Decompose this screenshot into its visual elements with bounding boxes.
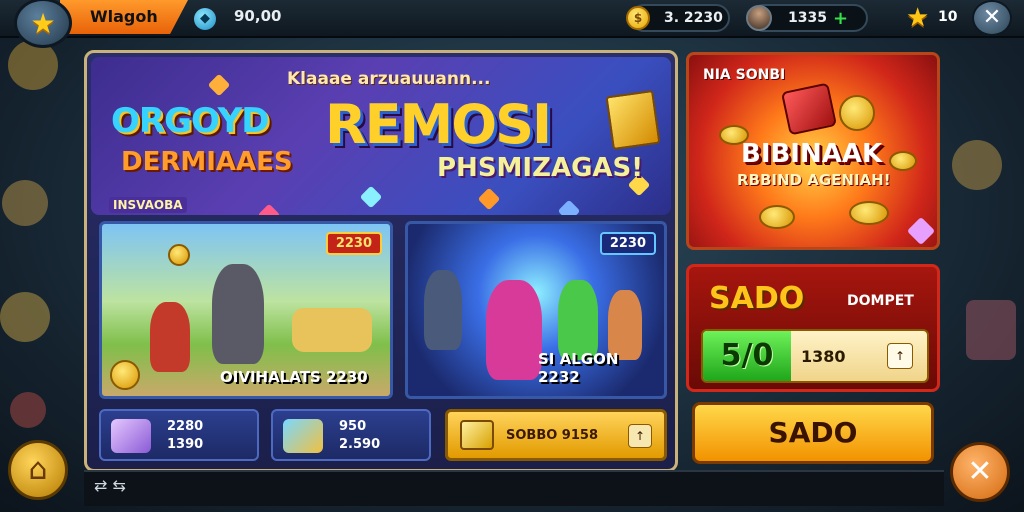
logo-left-subtext: DERMIAAES bbox=[121, 147, 293, 177]
promo-subtitle: RBBIND AGENIAH! bbox=[737, 171, 891, 189]
main-panel: Klaaae arzuauuann... ORGOYD DERMIAAES RE… bbox=[84, 50, 678, 472]
coin-icon bbox=[168, 244, 190, 266]
gems-coins-icon bbox=[283, 419, 323, 453]
top-bar: Wlagoh ◆ 90,00 $ 3. 2230 1335 + ★ 10 ✕ bbox=[0, 0, 1024, 38]
coin-icon: $ bbox=[626, 6, 650, 30]
background-box bbox=[966, 300, 1016, 360]
coin-icon bbox=[759, 205, 795, 229]
gem-icon bbox=[906, 216, 936, 246]
wallet-title: SADO bbox=[709, 281, 805, 316]
gem-icon bbox=[557, 199, 581, 215]
logo-left-text: ORGOYD bbox=[111, 101, 270, 141]
hero-figure bbox=[150, 302, 190, 372]
promo-top-text: NIA SONBI bbox=[703, 67, 786, 83]
card-tag: 2230 bbox=[599, 232, 656, 255]
car-icon bbox=[292, 308, 372, 352]
coins-pill[interactable]: $ 3. 2230 bbox=[626, 4, 730, 32]
promo-panel[interactable]: NIA SONBI BIBINAAK RBBIND AGENIAH! bbox=[686, 52, 940, 250]
coin-icon bbox=[110, 360, 140, 390]
wallet-panel: SADO DOMPET 5/0 1380 ↑ bbox=[686, 264, 940, 392]
background-coin bbox=[0, 292, 50, 342]
home-icon[interactable]: ⌂ bbox=[8, 440, 68, 500]
logo-subtitle: PHSMIZAGAS! bbox=[437, 153, 644, 183]
arrow-up-icon: ↑ bbox=[628, 424, 652, 448]
arrow-up-icon[interactable]: ↑ bbox=[887, 343, 913, 369]
logo-title: REMOSI bbox=[325, 93, 552, 156]
card-tag: 2230 bbox=[325, 232, 382, 255]
close-icon[interactable]: ✕ bbox=[972, 0, 1012, 36]
card-label: OIVIHALATS 2230 bbox=[220, 368, 368, 386]
gem-box-icon bbox=[111, 419, 151, 453]
background-coin bbox=[2, 180, 48, 226]
hero-figure bbox=[424, 270, 462, 350]
banner-tag: INSVAOBA bbox=[109, 197, 187, 213]
reward-slot[interactable]: 2280 1390 bbox=[99, 409, 259, 461]
wallet-value: 1380 bbox=[801, 347, 846, 366]
gem-icon bbox=[207, 73, 231, 97]
hero-figure bbox=[486, 280, 542, 380]
star-icon[interactable]: ★ bbox=[14, 0, 72, 48]
bottom-bar: ⇄ ⇆ bbox=[84, 470, 944, 506]
event-card-1[interactable]: 2230 OIVIHALATS 2230 bbox=[99, 221, 393, 399]
avatar-icon bbox=[746, 5, 772, 31]
player-name-tab[interactable]: Wlagoh bbox=[60, 0, 188, 34]
plus-icon[interactable]: + bbox=[833, 8, 848, 29]
banner-subtitle: Klaaae arzuauuann... bbox=[287, 69, 491, 89]
gem-icon bbox=[257, 203, 281, 215]
star-icon: ★ bbox=[906, 3, 930, 33]
reward-slot[interactable]: 950 2.590 bbox=[271, 409, 431, 461]
wallet-count: 5/0 bbox=[703, 331, 791, 381]
event-banner[interactable]: Klaaae arzuauuann... ORGOYD DERMIAAES RE… bbox=[91, 57, 671, 215]
wallet-subtitle: DOMPET bbox=[847, 293, 914, 309]
coin-icon bbox=[849, 201, 889, 225]
background-coin bbox=[952, 140, 1002, 190]
slot-value: 2280 bbox=[167, 419, 204, 434]
background-coin bbox=[8, 40, 58, 90]
friends-pill[interactable]: 1335 + bbox=[746, 4, 868, 32]
hero-figure bbox=[212, 264, 264, 364]
gem-icon bbox=[477, 187, 501, 211]
background-coin bbox=[10, 392, 46, 428]
friends-value: 1335 bbox=[788, 10, 827, 26]
gem-icon bbox=[359, 185, 383, 209]
money-display: 90,00 bbox=[234, 7, 282, 25]
coin-icon bbox=[889, 151, 917, 171]
link-icon[interactable]: ⇄ ⇆ bbox=[94, 476, 126, 495]
slot-value: 950 bbox=[339, 419, 367, 434]
slot-value: 2.590 bbox=[339, 437, 381, 452]
card-label: SI ALGON 2232 bbox=[538, 350, 619, 386]
promo-title: BIBINAAK bbox=[741, 139, 883, 169]
buy-button-label: SOBBO 9158 bbox=[506, 428, 598, 443]
wallet-row[interactable]: 5/0 1380 ↑ bbox=[701, 329, 929, 383]
ticket-icon bbox=[460, 420, 494, 450]
coin-icon bbox=[839, 95, 875, 131]
coins-value: 3. 2230 bbox=[664, 10, 723, 26]
slot-value: 1390 bbox=[167, 437, 204, 452]
player-name: Wlagoh bbox=[90, 7, 158, 26]
gold-block-icon bbox=[605, 89, 661, 151]
event-card-2[interactable]: 2230 SI ALGON 2232 bbox=[405, 221, 667, 399]
buy-button[interactable]: SOBBO 9158 ↑ bbox=[445, 409, 667, 461]
chest-icon bbox=[780, 82, 838, 136]
hero-figure bbox=[558, 280, 598, 360]
bottom-row: 2280 1390 950 2.590 SOBBO 9158 ↑ bbox=[99, 409, 679, 461]
close-icon[interactable]: ✕ bbox=[950, 442, 1010, 502]
sado-button[interactable]: SADO bbox=[692, 402, 934, 464]
gem-icon: ◆ bbox=[194, 8, 216, 30]
star-count: 10 bbox=[938, 9, 958, 25]
